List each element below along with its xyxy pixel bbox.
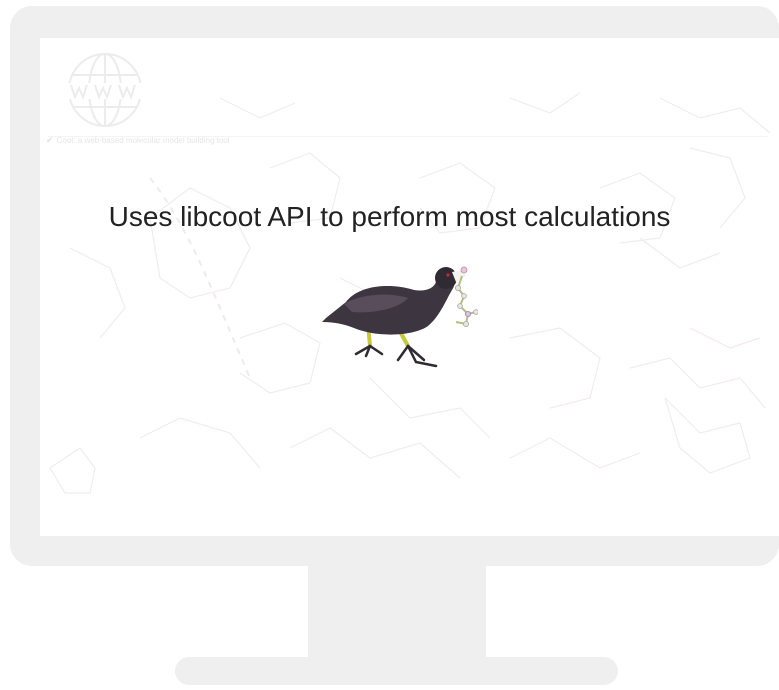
globe-www-icon [67,53,143,127]
slide: ✔ Coot: a web-based molecular model build… [0,0,779,690]
coot-bird-illustration [322,266,478,368]
check-icon: ✔ [46,135,54,145]
slide-caption: Uses libcoot API to perform most calcula… [108,201,671,232]
monitor-stand-neck [308,566,486,660]
breadcrumb: ✔ Coot: a web-based molecular model build… [46,135,230,146]
monitor-stand-base [175,657,618,685]
breadcrumb-text: Coot: a web-based molecular model buildi… [56,136,230,145]
